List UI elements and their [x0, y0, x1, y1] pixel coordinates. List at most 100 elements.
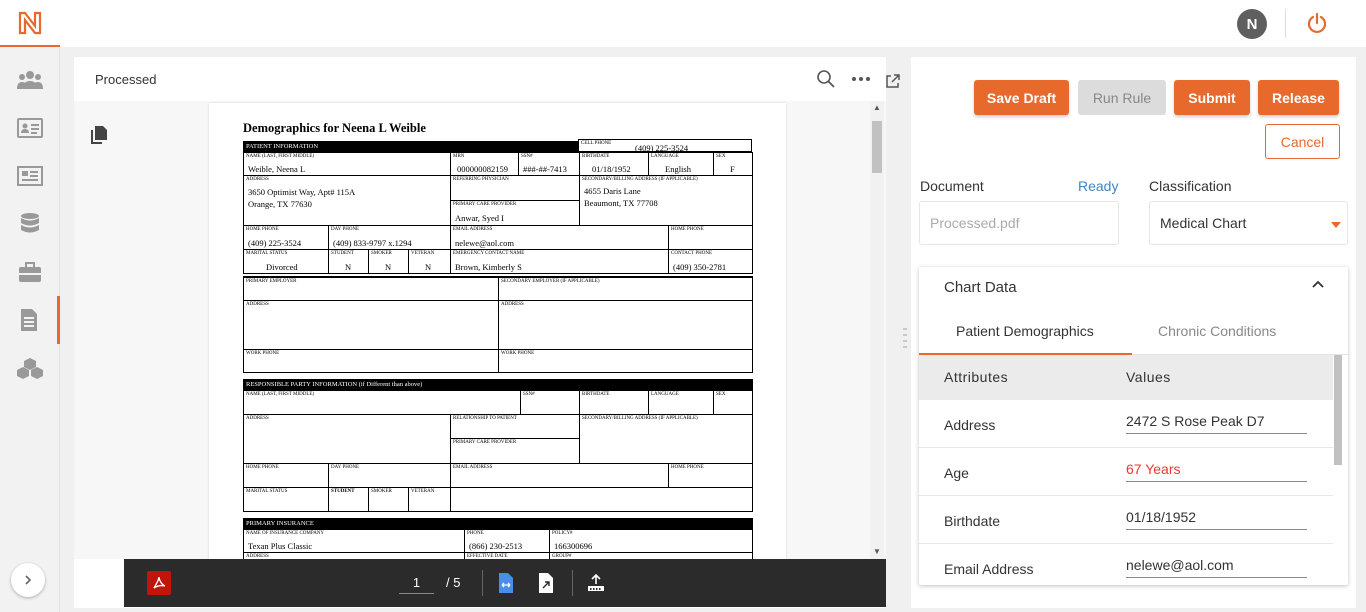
save-draft-button[interactable]: Save Draft [974, 80, 1069, 115]
column-header-values: Values [1126, 369, 1171, 385]
insurance-address-cell: ADDRESS [243, 552, 465, 559]
field-label: CELL PHONE [581, 141, 612, 146]
chevron-up-icon[interactable] [1311, 277, 1325, 291]
effective-date-cell: EFFECTIVE DATE [464, 552, 550, 559]
nav-item-id-card[interactable] [0, 104, 60, 152]
fit-page-icon[interactable] [536, 572, 556, 594]
search-icon[interactable] [816, 69, 836, 89]
more-options-icon[interactable] [850, 69, 872, 89]
rp-language-cell: LANGUAGE [648, 390, 714, 415]
attribute-label: Age [944, 465, 969, 481]
nav-item-news[interactable] [0, 152, 60, 200]
field-label: DAY PHONE [331, 465, 360, 470]
database-icon [21, 213, 39, 233]
field-value: N [425, 262, 432, 272]
field-label: SECONDARY EMPLOYER (if Applicable) [501, 279, 600, 284]
scroll-down-icon[interactable]: ▼ [873, 547, 881, 556]
pdf-canvas[interactable]: Demographics for Neena L Weible PATIENT … [74, 101, 886, 559]
address-cell: ADDRESS 3650 Optimist Way, Apt# 115A Ora… [243, 175, 451, 226]
value-field[interactable]: 01/18/1952 [1126, 506, 1307, 530]
field-label: REFERRING PHYSICIAN [453, 177, 509, 182]
table-header: Attributes Values [919, 355, 1333, 400]
popout-icon[interactable] [885, 73, 901, 89]
attribute-label: Birthdate [944, 513, 1001, 529]
nav-item-people[interactable] [0, 56, 60, 104]
card-scrollbar[interactable] [1333, 355, 1343, 585]
resize-handle-icon[interactable] [903, 326, 907, 354]
power-icon[interactable] [1306, 12, 1328, 34]
document-status: Ready [1078, 178, 1119, 194]
document-scrollbar[interactable]: ▲ ▼ [870, 101, 884, 559]
name-cell: NAME (Last, First Middle) Weible, Neena … [243, 152, 451, 176]
nav-item-cubes[interactable] [0, 344, 60, 392]
secondary-address-cell: SECONDARY/BILLING ADDRESS (if Applicable… [579, 175, 753, 226]
table-row: Email Address nelewe@aol.com [919, 544, 1333, 585]
pdf-icon[interactable] [147, 571, 171, 595]
value-field[interactable]: nelewe@aol.com [1126, 554, 1307, 578]
pdf-page: Demographics for Neena L Weible PATIENT … [209, 103, 786, 559]
field-label: ADDRESS [246, 302, 269, 307]
column-header-attributes: Attributes [944, 369, 1009, 385]
field-label: LANGUAGE [651, 154, 679, 159]
field-value: Divorced [266, 262, 298, 272]
acrobat-icon [153, 576, 166, 589]
group-cell: GROUP# [549, 552, 753, 559]
fit-width-icon[interactable] [496, 572, 516, 594]
divider [482, 570, 483, 596]
app-logo[interactable] [0, 0, 60, 47]
insurance-phone-cell: PHONE (866) 230-2513 [464, 529, 550, 553]
document-viewer: Processed Demographics for Neena L Weibl… [74, 57, 900, 608]
field-label: SECONDARY/BILLING ADDRESS (if Applicable… [582, 416, 698, 421]
field-value: nelewe@aol.com [455, 238, 515, 248]
cubes-icon [17, 358, 43, 379]
work-phone-cell: WORK PHONE [243, 349, 499, 373]
download-icon[interactable] [586, 572, 606, 594]
scrollbar-thumb[interactable] [1334, 355, 1342, 465]
field-label: EMAIL ADDRESS [453, 465, 493, 470]
rp-day-phone-cell: DAY PHONE [328, 463, 451, 488]
tab-chronic-conditions[interactable]: Chronic Conditions [1158, 323, 1276, 339]
field-label: CONTACT PHONE [671, 251, 713, 256]
attribute-label: Address [944, 417, 996, 433]
submit-button[interactable]: Submit [1174, 80, 1250, 115]
field-label: WORK PHONE [501, 351, 535, 356]
news-icon [17, 166, 43, 186]
field-value: (409) 833-9797 x.1294 [333, 238, 412, 248]
field-label: HOME PHONE [246, 465, 279, 470]
cancel-button[interactable]: Cancel [1265, 124, 1340, 159]
classification-label: Classification [1149, 178, 1232, 194]
table-row: Birthdate 01/18/1952 [919, 496, 1333, 544]
nav-item-documents[interactable] [0, 296, 60, 344]
student-cell: STUDENT N [328, 249, 369, 274]
user-avatar[interactable]: N [1237, 9, 1267, 39]
field-label: EMERGENCY CONTACT NAME [453, 251, 525, 256]
value-field[interactable]: 2472 S Rose Peak D7 [1126, 410, 1307, 434]
tab-patient-demographics[interactable]: Patient Demographics [956, 323, 1094, 339]
field-label: RELATIONSHIP TO PATIENT [453, 416, 517, 421]
run-rule-button[interactable]: Run Rule [1078, 80, 1166, 115]
field-label: HOME PHONE [671, 465, 704, 470]
nav-item-database[interactable] [0, 200, 60, 248]
classification-select[interactable]: Medical Chart [1149, 201, 1348, 245]
rp-home-phone-cell: HOME PHONE [243, 463, 329, 488]
email-cell: EMAIL ADDRESS nelewe@aol.com [450, 225, 669, 250]
marital-cell: MARITAL STATUS Divorced [243, 249, 329, 274]
scroll-up-icon[interactable]: ▲ [873, 103, 881, 112]
secondary-employer-address-cell: ADDRESS [498, 300, 753, 350]
divider [1285, 9, 1286, 38]
field-value: F [730, 164, 735, 174]
release-button[interactable]: Release [1258, 80, 1339, 115]
nav-item-briefcase[interactable] [0, 248, 60, 296]
field-label: DAY PHONE [331, 227, 360, 232]
expand-nav-button[interactable] [11, 563, 45, 597]
rp-blank-cell [450, 487, 753, 512]
document-field[interactable]: Processed.pdf [919, 201, 1119, 245]
field-label: EMAIL ADDRESS [453, 227, 493, 232]
value-field[interactable]: 67 Years [1126, 458, 1307, 482]
page-number-input[interactable] [399, 572, 434, 594]
field-label: NAME OF INSURANCE COMPANY [246, 531, 325, 536]
scrollbar-thumb[interactable] [872, 121, 882, 173]
copy-icon[interactable] [90, 125, 108, 145]
people-icon [17, 71, 43, 89]
field-value: Beaumont, TX 77708 [584, 198, 658, 208]
